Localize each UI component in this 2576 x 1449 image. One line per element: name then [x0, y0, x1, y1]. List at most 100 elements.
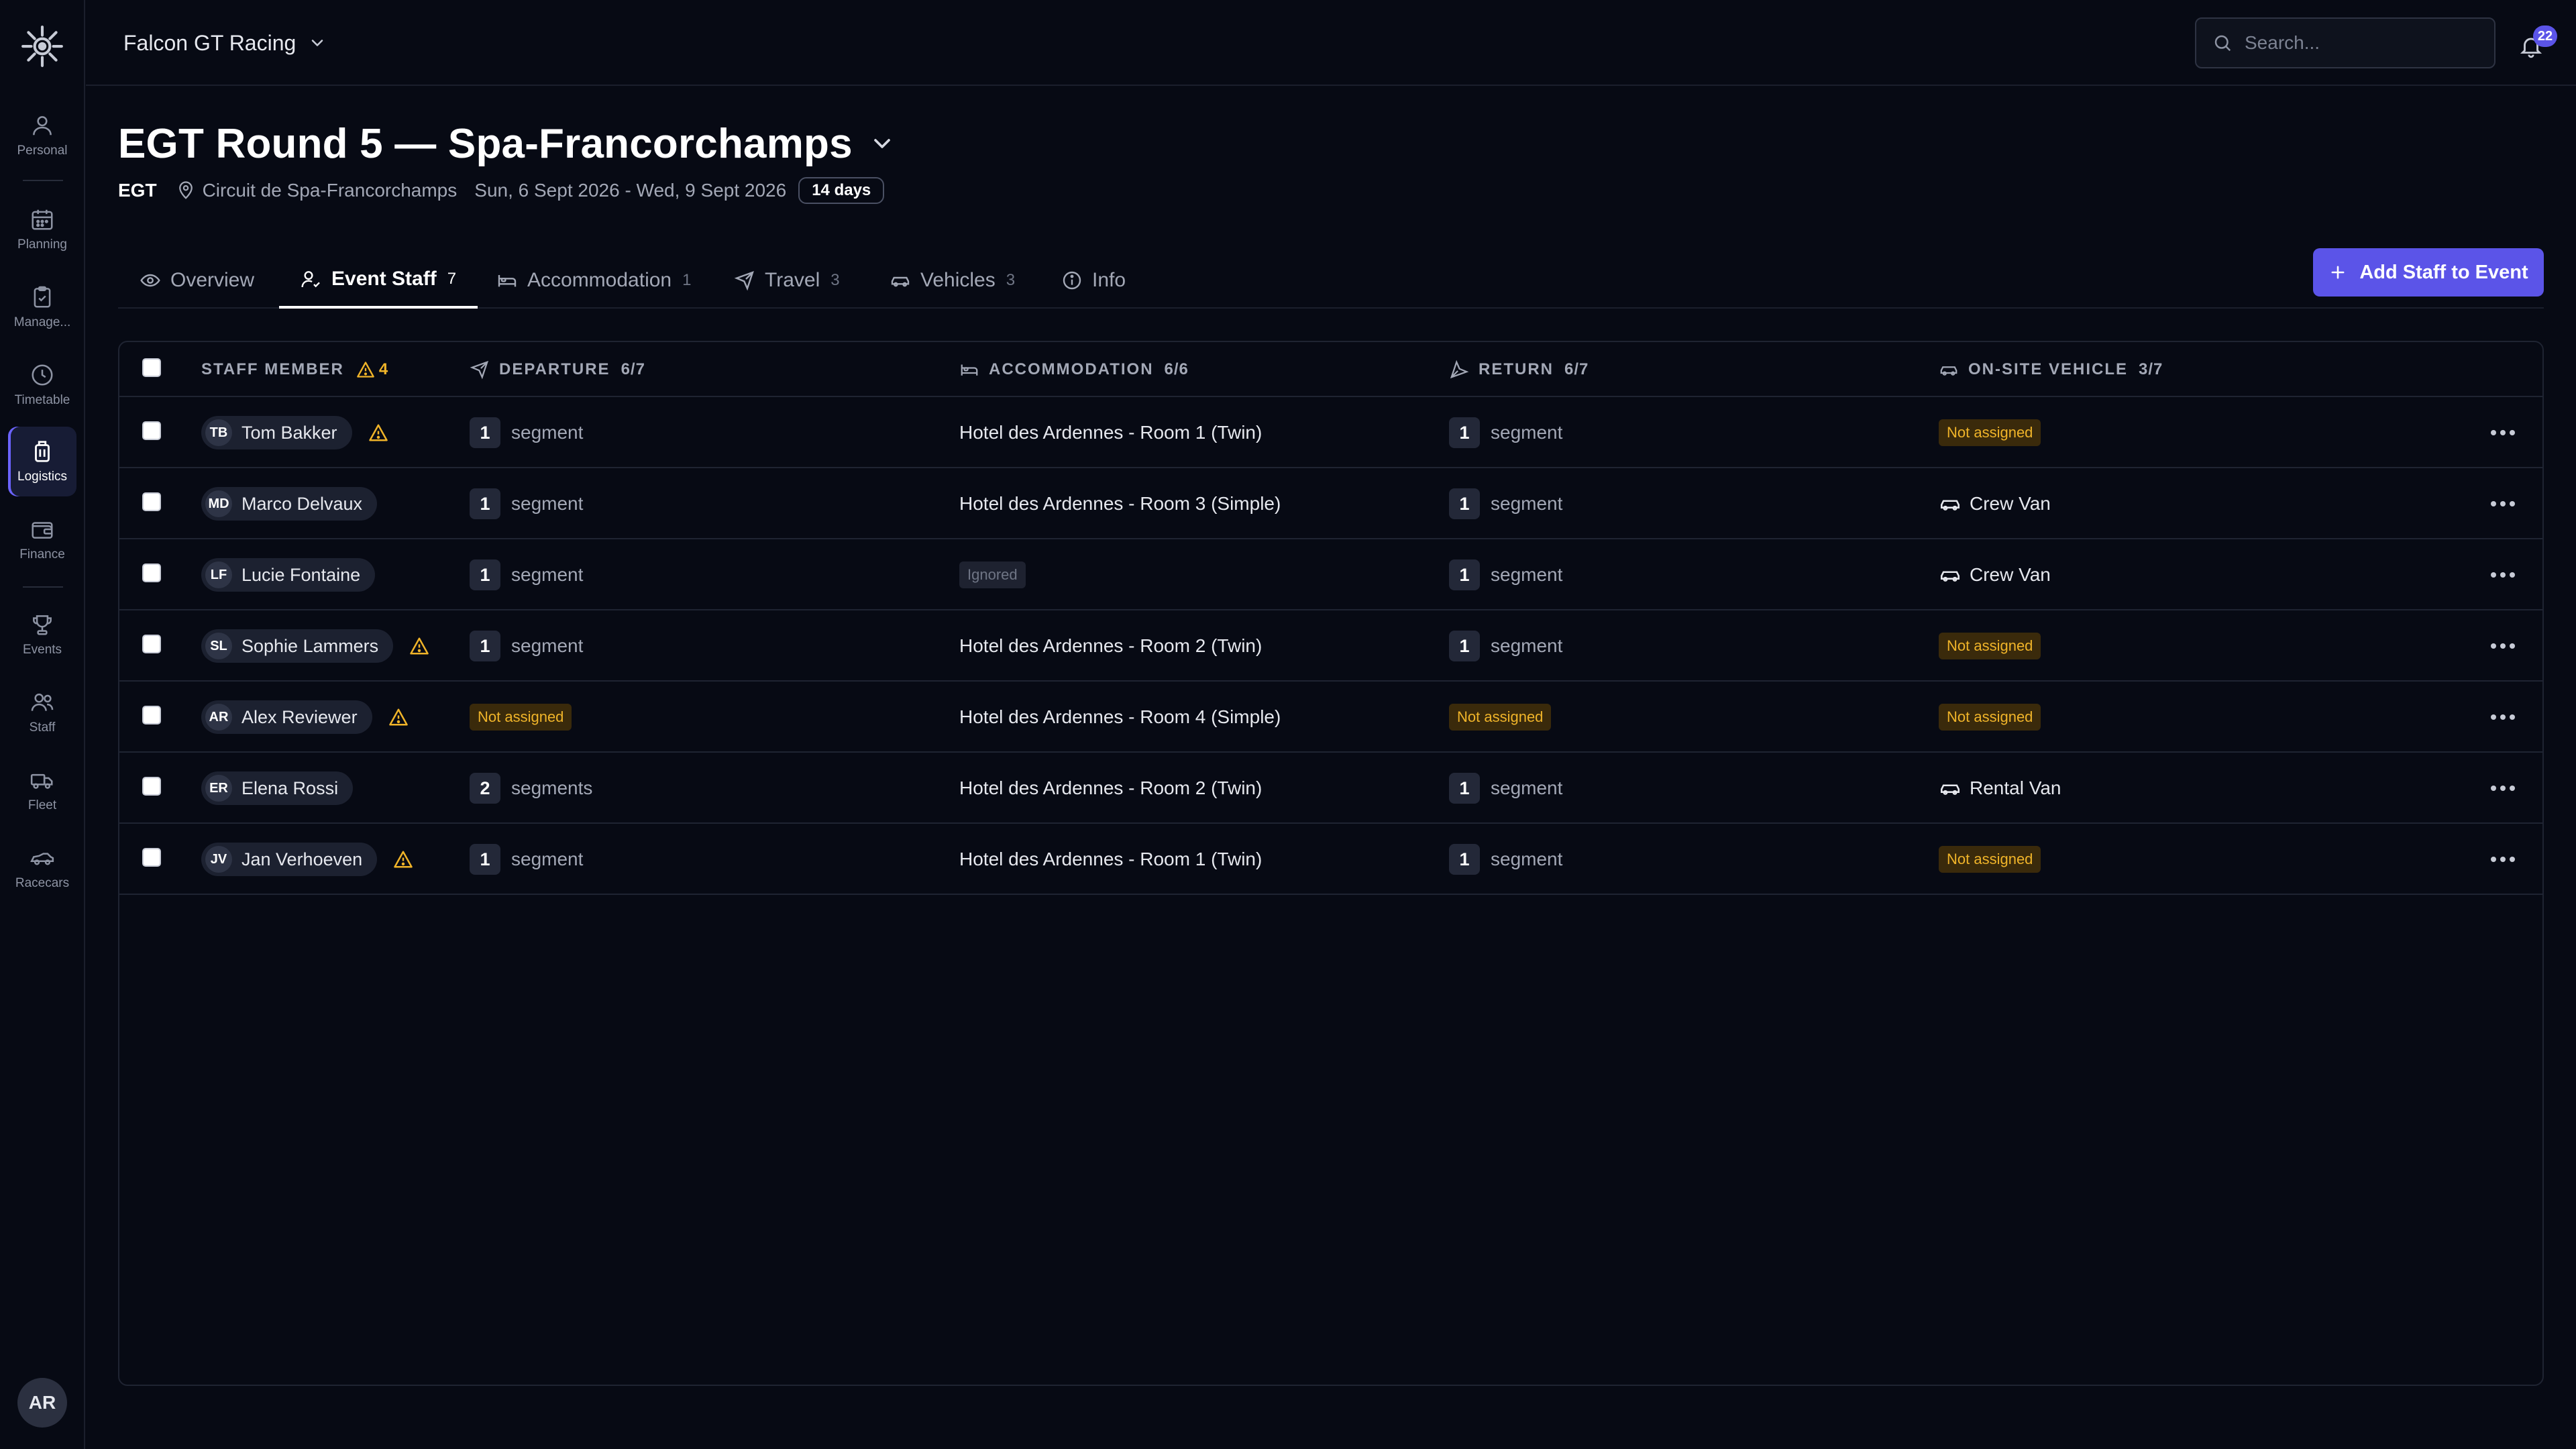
more-options-icon[interactable]: [2487, 844, 2518, 875]
app-logo-icon[interactable]: [20, 24, 64, 68]
nav-item-logistics[interactable]: Logistics: [8, 427, 76, 496]
more-options-icon[interactable]: [2487, 773, 2518, 804]
search-input[interactable]: [2245, 32, 2486, 54]
tab-bar: Overview Event Staff 7 Accommodation 1 T…: [118, 252, 2544, 309]
segment-label: segment: [1491, 564, 1563, 585]
nav-item-staff[interactable]: Staff: [8, 678, 76, 747]
cell-on-site-vehicle[interactable]: Not assigned: [1939, 397, 2041, 468]
staff-chip[interactable]: JV Jan Verhoeven: [201, 843, 378, 876]
cell-departure[interactable]: 1 segment: [470, 824, 583, 895]
row-checkbox[interactable]: [142, 492, 161, 511]
column-on-site-vehicle[interactable]: ON-SITE VEHICLE 3/7: [1939, 342, 2163, 397]
tab-info[interactable]: Info: [1040, 252, 1147, 309]
more-options-icon[interactable]: [2487, 702, 2518, 733]
nav-item-planning[interactable]: Planning: [8, 195, 76, 264]
more-options-icon[interactable]: [2487, 631, 2518, 661]
more-options-icon[interactable]: [2487, 559, 2518, 590]
more-options-icon[interactable]: [2487, 488, 2518, 519]
row-checkbox[interactable]: [142, 635, 161, 653]
segment-count-badge: 1: [1449, 631, 1480, 661]
user-icon: [33, 116, 52, 136]
row-checkbox[interactable]: [142, 421, 161, 440]
column-label: ACCOMMODATION: [989, 360, 1154, 378]
staff-chip[interactable]: ER Elena Rossi: [201, 771, 354, 805]
cell-on-site-vehicle[interactable]: Not assigned: [1939, 824, 2041, 895]
select-all-checkbox[interactable]: [142, 358, 161, 377]
cell-accommodation[interactable]: Hotel des Ardennes - Room 3 (Simple): [959, 468, 1281, 539]
cell-accommodation[interactable]: Hotel des Ardennes - Room 2 (Twin): [959, 610, 1262, 682]
nav-item-management[interactable]: Manage...: [8, 272, 76, 342]
luggage-icon: [35, 441, 50, 462]
cell-staff-member: LF Lucie Fontaine: [201, 539, 376, 610]
staff-chip[interactable]: LF Lucie Fontaine: [201, 558, 376, 592]
cell-accommodation[interactable]: Hotel des Ardennes - Room 1 (Twin): [959, 397, 1262, 468]
warning-icon: [409, 636, 429, 656]
cell-accommodation[interactable]: Hotel des Ardennes - Room 1 (Twin): [959, 824, 1262, 895]
cell-departure[interactable]: 1 segment: [470, 539, 583, 610]
cell-accommodation[interactable]: Hotel des Ardennes - Room 4 (Simple): [959, 682, 1281, 753]
tab-overview[interactable]: Overview: [118, 252, 276, 309]
segment-count-badge: 1: [1449, 488, 1480, 519]
column-accommodation[interactable]: ACCOMMODATION 6/6: [959, 342, 1189, 397]
cell-departure[interactable]: 1 segment: [470, 468, 583, 539]
cell-accommodation[interactable]: Ignored: [959, 539, 1026, 610]
plus-icon: [2331, 266, 2345, 279]
cell-return[interactable]: 1 segment: [1449, 468, 1562, 539]
row-checkbox[interactable]: [142, 848, 161, 867]
cell-return[interactable]: 1 segment: [1449, 397, 1562, 468]
staff-chip[interactable]: SL Sophie Lammers: [201, 629, 394, 663]
user-avatar[interactable]: AR: [17, 1378, 67, 1428]
staff-chip[interactable]: TB Tom Bakker: [201, 416, 352, 449]
column-staff-member[interactable]: STAFF MEMBER 4: [201, 342, 388, 397]
notifications-button[interactable]: 22: [2516, 25, 2557, 59]
row-checkbox[interactable]: [142, 564, 161, 582]
column-departure[interactable]: DEPARTURE 6/7: [470, 342, 645, 397]
cell-departure[interactable]: 1 segment: [470, 610, 583, 682]
cell-on-site-vehicle[interactable]: Not assigned: [1939, 682, 2041, 753]
cell-staff-member: SL Sophie Lammers: [201, 610, 429, 682]
accommodation-name: Hotel des Ardennes - Room 1 (Twin): [959, 422, 1263, 443]
column-return[interactable]: RETURN 6/7: [1449, 342, 1589, 397]
event-title-dropdown[interactable]: EGT Round 5 — Spa-Francorchamps: [118, 115, 896, 172]
staff-chip[interactable]: MD Marco Delvaux: [201, 487, 378, 521]
nav-item-finance[interactable]: Finance: [8, 504, 76, 574]
nav-item-fleet[interactable]: Fleet: [8, 755, 76, 825]
cell-return[interactable]: 1 segment: [1449, 539, 1562, 610]
org-switcher[interactable]: Falcon GT Racing: [123, 27, 327, 59]
row-checkbox[interactable]: [142, 706, 161, 724]
cell-departure[interactable]: 1 segment: [470, 397, 583, 468]
notification-count-badge: 22: [2533, 25, 2557, 47]
staff-chip[interactable]: AR Alex Reviewer: [201, 700, 372, 734]
avatar: SL: [205, 633, 232, 659]
more-options-icon[interactable]: [2487, 417, 2518, 448]
cell-on-site-vehicle[interactable]: Not assigned: [1939, 610, 2041, 682]
column-label: RETURN: [1479, 360, 1554, 378]
add-staff-label: Add Staff to Event: [2359, 261, 2528, 283]
cell-return[interactable]: Not assigned: [1449, 682, 1552, 753]
nav-item-racecars[interactable]: Racecars: [8, 833, 76, 903]
status-badge-ignored: Ignored: [959, 561, 1026, 588]
nav-item-personal[interactable]: Personal: [8, 101, 76, 170]
cell-departure[interactable]: 2 segments: [470, 753, 592, 824]
plane-departure-icon: [470, 360, 489, 380]
cell-on-site-vehicle[interactable]: Rental Van: [1939, 753, 2061, 824]
search-box[interactable]: [2195, 17, 2496, 68]
row-checkbox[interactable]: [142, 777, 161, 796]
tab-label: Info: [1092, 269, 1126, 291]
nav-item-events[interactable]: Events: [8, 600, 76, 669]
cell-on-site-vehicle[interactable]: Crew Van: [1939, 468, 2051, 539]
nav-item-timetable[interactable]: Timetable: [8, 350, 76, 420]
car-icon: [891, 276, 910, 287]
tab-accommodation[interactable]: Accommodation 1: [475, 252, 712, 309]
tab-travel[interactable]: Travel 3: [712, 252, 861, 309]
cell-return[interactable]: 1 segment: [1449, 753, 1562, 824]
tab-vehicles[interactable]: Vehicles 3: [868, 252, 1036, 309]
cell-on-site-vehicle[interactable]: Crew Van: [1939, 539, 2051, 610]
cell-return[interactable]: 1 segment: [1449, 824, 1562, 895]
add-staff-button[interactable]: Add Staff to Event: [2313, 248, 2544, 297]
cell-accommodation[interactable]: Hotel des Ardennes - Room 2 (Twin): [959, 753, 1262, 824]
cell-return[interactable]: 1 segment: [1449, 610, 1562, 682]
car-icon: [1939, 492, 1962, 515]
tab-event-staff[interactable]: Event Staff 7: [279, 252, 478, 309]
cell-departure[interactable]: Not assigned: [470, 682, 572, 753]
